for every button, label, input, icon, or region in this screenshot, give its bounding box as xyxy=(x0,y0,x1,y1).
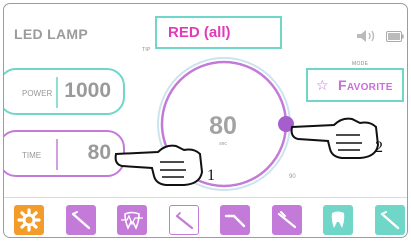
star-icon: ☆ xyxy=(316,77,329,93)
pointing-hand-icon xyxy=(114,144,204,186)
app-title: LED LAMP xyxy=(14,26,88,42)
straight-tip-icon xyxy=(71,211,91,230)
preset-value: RED (all) xyxy=(168,24,231,41)
tip-bar-divider xyxy=(4,197,407,198)
double-tip-icon xyxy=(277,211,297,229)
pen-tip-icon xyxy=(175,212,194,230)
gear-icon xyxy=(17,208,41,232)
tip-button-tip-1[interactable] xyxy=(66,205,96,235)
power-label: POWER xyxy=(22,89,53,98)
favorite-button[interactable]: ☆ Favorite xyxy=(306,68,404,102)
straight-tip-icon xyxy=(380,211,400,230)
time-divider xyxy=(56,139,58,170)
dial-value: 80 xyxy=(209,112,237,140)
angled-tip-icon xyxy=(224,214,246,228)
power-value: 1000 xyxy=(64,79,111,102)
tip-button-tip-4[interactable] xyxy=(220,205,250,235)
tip-button-tip-3[interactable] xyxy=(169,205,199,235)
time-value: 80 xyxy=(87,141,111,164)
time-control[interactable]: TIME 80 xyxy=(4,130,125,177)
tip-button-tip-6[interactable] xyxy=(323,205,353,235)
callout-2: 2 xyxy=(375,139,383,156)
mode-label: MODE xyxy=(352,61,369,67)
tip-button-tip-7[interactable] xyxy=(375,205,405,235)
device-screen: LED LAMP RED (all) TIP POWER 1000 TIME 8… xyxy=(3,3,408,238)
callout-1: 1 xyxy=(207,167,215,184)
dial-max-label: 90 xyxy=(289,174,296,180)
power-control[interactable]: POWER 1000 xyxy=(4,68,125,115)
favorite-label: Favorite xyxy=(338,77,393,93)
tooth-pulse-icon xyxy=(121,211,143,230)
dial-unit: sec xyxy=(219,141,227,147)
tooth-icon xyxy=(331,211,345,228)
speaker-icon[interactable] xyxy=(356,29,378,43)
battery-icon xyxy=(386,31,404,42)
power-divider xyxy=(56,77,58,108)
tip-button-tip-5[interactable] xyxy=(272,205,302,235)
tip-button-tip-2[interactable] xyxy=(117,205,147,235)
tip-button-settings[interactable] xyxy=(14,205,44,235)
time-label: TIME xyxy=(22,151,42,160)
pointing-hand-icon xyxy=(290,117,380,159)
